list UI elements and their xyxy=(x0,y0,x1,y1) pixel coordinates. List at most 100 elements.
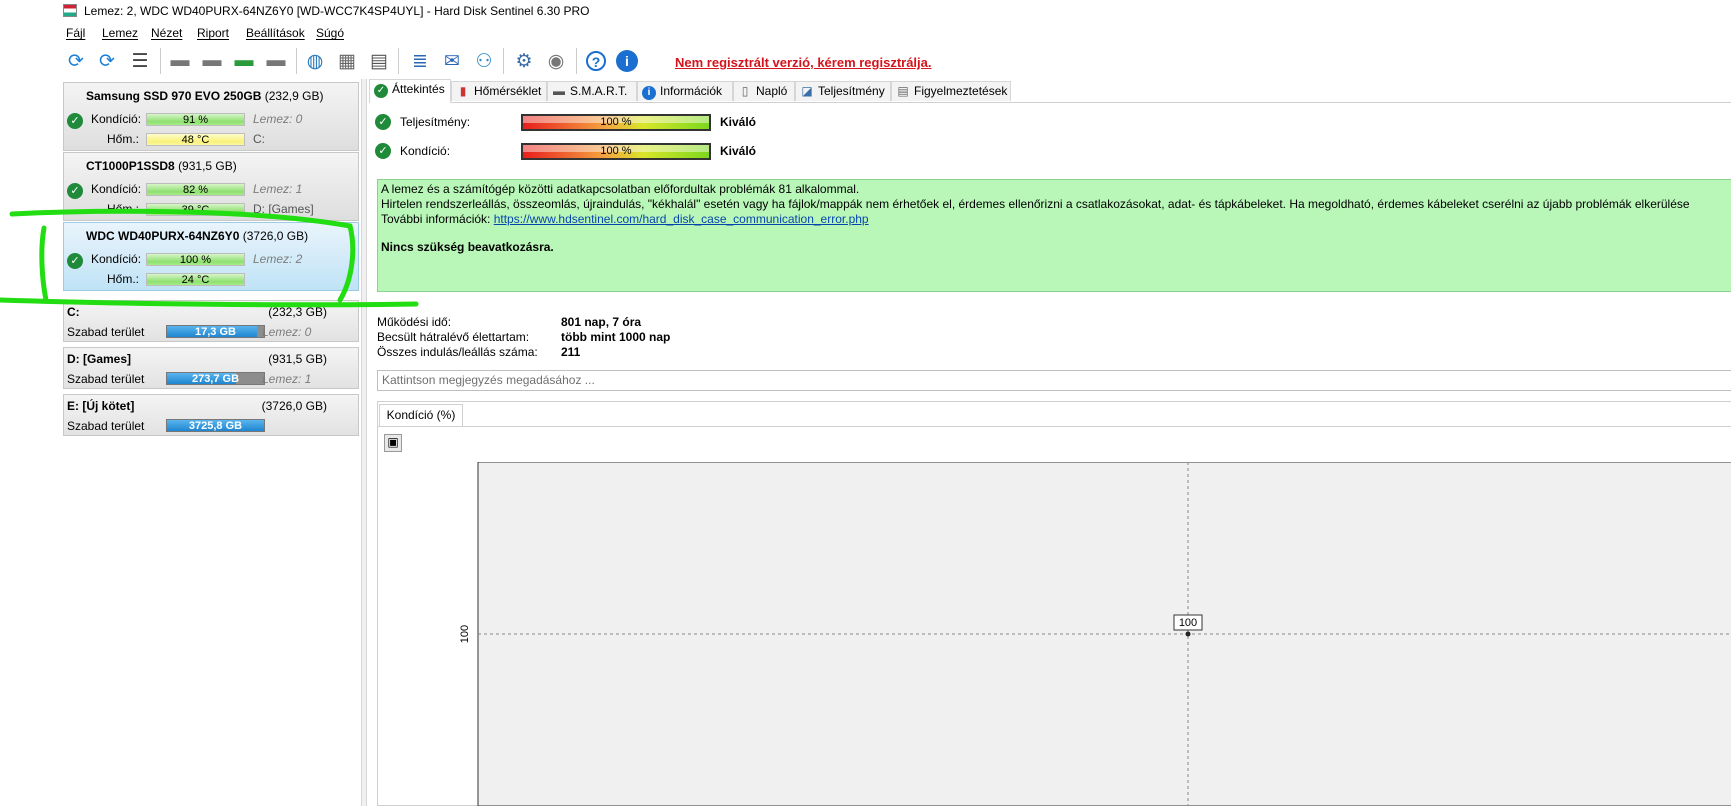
menu-disk[interactable]: Lemez xyxy=(102,26,138,40)
volume-name: E: [Új kötet] xyxy=(67,399,135,413)
globe-disk-icon[interactable]: ◍ xyxy=(303,48,327,74)
tab-bar: ✓ Áttekintés ▮ Hőmérséklet ▬ S.M.A.R.T. i In… xyxy=(369,79,1731,103)
temp-bar: 39 °C xyxy=(146,203,245,216)
info-icon[interactable]: i xyxy=(615,48,639,74)
message-line: Hirtelen rendszerleállás, összeomlás, új… xyxy=(381,197,1690,211)
save-icon[interactable]: ▣ xyxy=(384,434,402,452)
condition-bar: 91 % xyxy=(146,113,245,126)
condition-rating: Kiváló xyxy=(720,144,757,158)
temp-bar: 48 °C xyxy=(146,133,245,146)
message-line: A lemez és a számítógép közötti adatkapc… xyxy=(381,182,860,196)
settings-icon[interactable]: ⚙ xyxy=(512,48,536,74)
disk-icon[interactable]: ▬ xyxy=(168,48,192,74)
info-icon: i xyxy=(642,86,656,100)
mail-icon[interactable]: ✉ xyxy=(440,48,464,74)
pane-splitter[interactable] xyxy=(361,79,367,806)
tab-temperature[interactable]: ▮ Hőmérséklet xyxy=(451,81,547,101)
chart-icon: ◪ xyxy=(801,84,813,98)
condition-bar: 100 % xyxy=(521,143,711,160)
free-space-label: Szabad terület xyxy=(67,372,145,386)
startstop-row: Összes indulás/leállás száma: 211 xyxy=(377,345,580,359)
toolbar-separator xyxy=(296,48,297,74)
free-space-label: Szabad terület xyxy=(67,419,145,433)
status-message-box: A lemez és a számítógép közötti adatkapc… xyxy=(377,179,1731,292)
performance-bar: 100 % xyxy=(521,114,711,131)
toolbar-separator xyxy=(160,48,161,74)
temp-bar: 24 °C xyxy=(146,273,245,286)
free-space-label: Szabad terület xyxy=(67,325,145,339)
volume-card-0[interactable]: C: (232,3 GB) Szabad terület 17,3 GB Lem… xyxy=(63,300,359,342)
toolbar-separator xyxy=(576,48,577,74)
disk-volumes: D: [Games] xyxy=(253,202,314,216)
report-icon[interactable]: ≣ xyxy=(408,48,432,74)
document-icon: ▯ xyxy=(741,84,749,98)
window-title: Lemez: 2, WDC WD40PURX-64NZ6Y0 [WD-WCC7K… xyxy=(84,4,590,18)
not-registered-link[interactable]: Nem regisztrált verzió, kérem regisztrál… xyxy=(675,55,932,70)
disk-number: Lemez: 1 xyxy=(262,372,312,386)
refresh-icon[interactable]: ⟳ xyxy=(64,48,88,74)
data-point xyxy=(1185,631,1191,637)
disk-clock-icon[interactable]: ▬ xyxy=(200,48,224,74)
disk-name: Samsung SSD 970 EVO 250GB (232,9 GB) xyxy=(86,89,324,103)
tab-smart[interactable]: ▬ S.M.A.R.T. xyxy=(547,81,637,101)
menu-report[interactable]: Riport xyxy=(197,26,229,40)
thermometer-icon: ▮ xyxy=(459,84,467,98)
app-icon xyxy=(63,4,77,17)
disk-card-2[interactable]: WDC WD40PURX-64NZ6Y0 (3726,0 GB) ✓ Kondí… xyxy=(63,222,359,291)
check-icon: ✓ xyxy=(67,253,83,269)
refresh-warning-icon[interactable]: ⟳ xyxy=(95,48,119,74)
startstop-label: Összes indulás/leállás száma: xyxy=(377,345,538,359)
condition-label: Kondíció: xyxy=(400,144,451,158)
disk-check-icon[interactable]: ▬ xyxy=(232,48,256,74)
disk-list-icon[interactable]: ☰ xyxy=(128,48,152,74)
volume-size: (232,3 GB) xyxy=(268,305,327,319)
condition-chart: 100 100 xyxy=(459,462,1731,806)
volume-size: (3726,0 GB) xyxy=(261,399,327,413)
printer-icon[interactable]: ▤ xyxy=(367,48,391,74)
disk-icon: ▬ xyxy=(553,84,565,98)
help-icon[interactable]: ? xyxy=(584,48,608,74)
menu-view[interactable]: Nézet xyxy=(151,26,182,40)
free-space-bar: 17,3 GB xyxy=(166,325,265,338)
tab-log[interactable]: ▯ Napló xyxy=(733,81,795,101)
disk-number: Lemez: 1 xyxy=(253,182,303,196)
volume-size: (931,5 GB) xyxy=(268,352,327,366)
disk-card-1[interactable]: CT1000P1SSD8 (931,5 GB) ✓ Kondíció: 82 %… xyxy=(63,152,359,221)
note-input[interactable]: Kattintson megjegyzés megadásához ... xyxy=(377,370,1731,391)
server-icon[interactable]: ▦ xyxy=(335,48,359,74)
alert-document-icon: ▤ xyxy=(897,84,909,98)
lifetime-value: több mint 1000 nap xyxy=(561,330,671,344)
disk-search-icon[interactable]: ▬ xyxy=(264,48,288,74)
y-tick-label: 100 xyxy=(459,625,471,643)
volume-card-2[interactable]: E: [Új kötet] (3726,0 GB) Szabad terület… xyxy=(63,394,359,436)
disk-name: WDC WD40PURX-64NZ6Y0 (3726,0 GB) xyxy=(86,229,309,243)
toolbar-separator xyxy=(503,48,504,74)
tab-overview[interactable]: ✓ Áttekintés xyxy=(369,79,451,103)
check-icon: ✓ xyxy=(67,183,83,199)
check-icon: ✓ xyxy=(67,113,83,129)
menu-settings[interactable]: Beállítások xyxy=(246,26,305,40)
chart-tab-condition[interactable]: Kondíció (%) xyxy=(379,404,463,426)
disk-list-panel: Samsung SSD 970 EVO 250GB (232,9 GB) ✓ K… xyxy=(63,82,360,806)
tab-alerts[interactable]: ▤ Figyelmeztetések xyxy=(891,81,1011,101)
disk-name: CT1000P1SSD8 (931,5 GB) xyxy=(86,159,237,173)
menu-bar: Fájl Lemez Nézet Riport Beállítások Súgó xyxy=(0,23,1731,43)
condition-chart-panel: Kondíció (%) ▣ 100 100 xyxy=(377,401,1731,806)
temp-label: Hőm.: xyxy=(107,132,140,146)
network-icon[interactable]: ⚇ xyxy=(472,48,496,74)
temp-label: Hőm.: xyxy=(107,272,140,286)
volume-name: C: xyxy=(67,305,80,319)
sound-icon[interactable]: ◉ xyxy=(544,48,568,74)
disk-number: Lemez: 2 xyxy=(253,252,303,266)
more-info-link[interactable]: https://www.hdsentinel.com/hard_disk_cas… xyxy=(494,212,869,226)
volume-card-1[interactable]: D: [Games] (931,5 GB) Szabad terület 273… xyxy=(63,347,359,389)
disk-card-0[interactable]: Samsung SSD 970 EVO 250GB (232,9 GB) ✓ K… xyxy=(63,82,359,151)
tab-performance[interactable]: ◪ Teljesítmény xyxy=(795,81,891,101)
menu-file[interactable]: Fájl xyxy=(66,26,85,40)
free-space-bar: 273,7 GB xyxy=(166,372,265,385)
startstop-value: 211 xyxy=(561,345,581,359)
data-label: 100 xyxy=(1179,617,1197,629)
condition-bar: 100 % xyxy=(146,253,245,266)
tab-information[interactable]: i Információk xyxy=(637,81,733,101)
menu-help[interactable]: Súgó xyxy=(316,26,344,40)
